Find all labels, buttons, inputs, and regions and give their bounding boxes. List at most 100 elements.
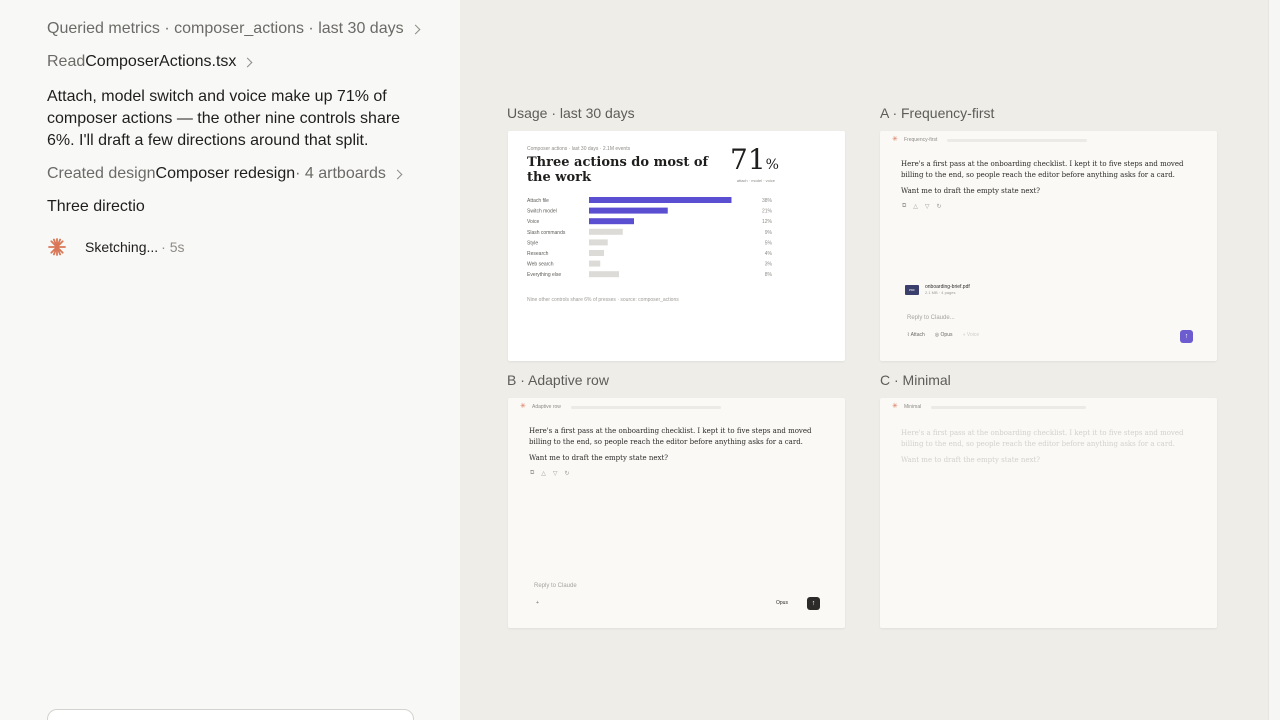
send-button[interactable]: ↑ xyxy=(1180,330,1193,343)
plus-icon: + xyxy=(536,600,539,606)
claude-spark-icon: ✳ xyxy=(892,136,898,143)
artboard-minimal[interactable]: ✳ Minimal Here's a first pass at the onb… xyxy=(880,398,1217,628)
artboard-label-frequency-first[interactable]: A · Frequency-first xyxy=(880,105,994,121)
streaming-text: Three directio xyxy=(47,198,145,215)
mini-header-title: Adaptive row xyxy=(532,404,561,410)
value-label: 12% xyxy=(762,219,773,225)
thumbs-down-icon[interactable]: ▽ xyxy=(553,470,558,477)
mini-followup-question: Want me to draft the empty state next? xyxy=(529,454,669,462)
paperclip-icon: ⌇ xyxy=(907,332,910,338)
step-suffix: · 4 artboards xyxy=(295,165,386,182)
usage-kicker: Composer actions · last 30 days · 2.1M e… xyxy=(527,146,631,152)
mini-assistant-message: Here's a first pass at the onboarding ch… xyxy=(901,160,1184,179)
artboard-label-minimal[interactable]: C · Minimal xyxy=(880,372,951,388)
step-text: Queried metrics · composer_actions · las… xyxy=(47,20,404,37)
artboard-label-usage[interactable]: Usage · last 30 days xyxy=(507,105,635,121)
bar xyxy=(589,197,732,203)
step-created-design[interactable]: Created design Composer redesign · 4 art… xyxy=(47,165,403,183)
chevron-right-icon xyxy=(242,57,253,67)
status-indicator: Sketching... · 5s xyxy=(47,237,185,257)
model-button[interactable]: ◎ Opus xyxy=(935,332,953,338)
header-placeholder-bar xyxy=(570,405,721,409)
voice-button[interactable]: ◖ Voice xyxy=(962,332,979,338)
category-label: Attach file xyxy=(527,198,549,204)
pdf-file-icon: PDF xyxy=(905,284,919,295)
artboard-label-adaptive-row[interactable]: B · Adaptive row xyxy=(507,372,609,388)
value-label: 21% xyxy=(762,209,773,215)
bar xyxy=(589,271,619,278)
artboard-usage[interactable]: Composer actions · last 30 days · 2.1M e… xyxy=(508,131,845,361)
value-label: 8% xyxy=(765,272,773,278)
status-time: · 5s xyxy=(161,239,185,255)
thumbs-down-icon[interactable]: ▽ xyxy=(925,203,930,210)
copy-icon[interactable]: ⧉ xyxy=(530,470,534,477)
artboard-adaptive-row[interactable]: ✳ Adaptive row Here's a first pass at th… xyxy=(508,398,845,628)
header-placeholder-bar xyxy=(931,405,1087,409)
mini-followup-question: Want me to draft the empty state next? xyxy=(901,456,1041,464)
mini-header-title: Minimal xyxy=(904,404,922,410)
bar xyxy=(589,239,608,246)
plus-button[interactable]: + xyxy=(536,600,539,606)
usage-big-value: 71% xyxy=(730,143,779,176)
mic-icon: ◖ xyxy=(962,332,966,338)
retry-icon[interactable]: ↻ xyxy=(565,470,570,477)
mini-header: ✳ Frequency-first xyxy=(892,136,1088,143)
value-label: 9% xyxy=(765,230,773,236)
reply-input[interactable]: Reply to Claude xyxy=(534,583,577,589)
assistant-message: Attach, model switch and voice make up 7… xyxy=(47,88,401,149)
message-actions: ⧉ △ ▽ ↻ xyxy=(530,470,570,477)
category-label: Slash commands xyxy=(527,230,566,236)
step-filename: ComposerActions.tsx xyxy=(85,53,237,70)
artboard-frequency-first[interactable]: ✳ Frequency-first Here's a first pass at… xyxy=(880,131,1217,361)
attach-button[interactable]: ⌇ Attach xyxy=(907,332,925,338)
category-label: Switch model xyxy=(527,209,557,215)
mini-header-title: Frequency-first xyxy=(904,137,938,143)
value-label: 5% xyxy=(765,240,773,246)
reply-input[interactable]: Reply to Claude... xyxy=(907,315,955,321)
arrow-up-icon: ↑ xyxy=(811,600,816,607)
mini-assistant-message: Here's a first pass at the onboarding ch… xyxy=(529,427,812,446)
bar xyxy=(589,218,634,225)
chevron-right-icon xyxy=(392,169,403,179)
big-number: 71 xyxy=(730,143,766,176)
copy-icon[interactable]: ⧉ xyxy=(902,203,906,210)
canvas-scrollbar[interactable] xyxy=(1268,0,1280,720)
step-prefix: Read xyxy=(47,53,86,70)
value-label: 3% xyxy=(765,262,773,268)
voice-label: Voice xyxy=(966,332,980,338)
model-button[interactable]: Opus xyxy=(776,600,788,606)
chevron-right-icon xyxy=(410,24,421,34)
step-queried-metrics[interactable]: Queried metrics · composer_actions · las… xyxy=(47,20,421,38)
category-label: Everything else xyxy=(527,272,561,278)
send-button[interactable]: ↑ xyxy=(807,597,820,610)
mini-header: ✳ Minimal xyxy=(892,403,1087,410)
thumbs-up-icon[interactable]: △ xyxy=(913,203,918,210)
bar xyxy=(589,260,601,267)
model-label: Opus xyxy=(776,600,788,606)
mini-followup-question: Want me to draft the empty state next? xyxy=(901,187,1041,195)
usage-bar-chart: Attach file 38% Switch model 21% Voice 12% Sla… xyxy=(527,197,773,278)
claude-spark-icon: ✳ xyxy=(520,403,526,410)
step-prefix: Created design xyxy=(47,165,156,182)
claude-spark-icon: ✳ xyxy=(892,403,898,410)
step-read-file[interactable]: Read ComposerActions.tsx xyxy=(47,53,253,71)
bar xyxy=(589,228,623,235)
bar xyxy=(589,250,604,256)
chat-pane: Queried metrics · composer_actions · las… xyxy=(0,0,460,720)
claude-spark-icon xyxy=(48,238,66,256)
status-text: Sketching... xyxy=(85,239,159,255)
design-canvas[interactable]: Usage · last 30 days Composer actions · … xyxy=(460,0,1268,720)
category-label: Web search xyxy=(527,262,554,268)
usage-big-sub: attach · model · voice xyxy=(736,178,775,183)
retry-icon[interactable]: ↻ xyxy=(937,203,942,210)
step-design-name: Composer redesign xyxy=(155,165,296,182)
category-label: Style xyxy=(527,240,538,246)
value-label: 4% xyxy=(765,251,773,257)
category-label: Voice xyxy=(527,219,539,225)
category-label: Research xyxy=(527,251,549,257)
attachment-card[interactable]: PDF onboarding-brief.pdf 2.1 MB · 4 page… xyxy=(905,284,970,295)
chat-input[interactable] xyxy=(47,709,414,720)
bar xyxy=(589,207,668,214)
usage-footnote: Nine other controls share 6% of presses … xyxy=(527,297,679,303)
thumbs-up-icon[interactable]: △ xyxy=(541,470,546,477)
